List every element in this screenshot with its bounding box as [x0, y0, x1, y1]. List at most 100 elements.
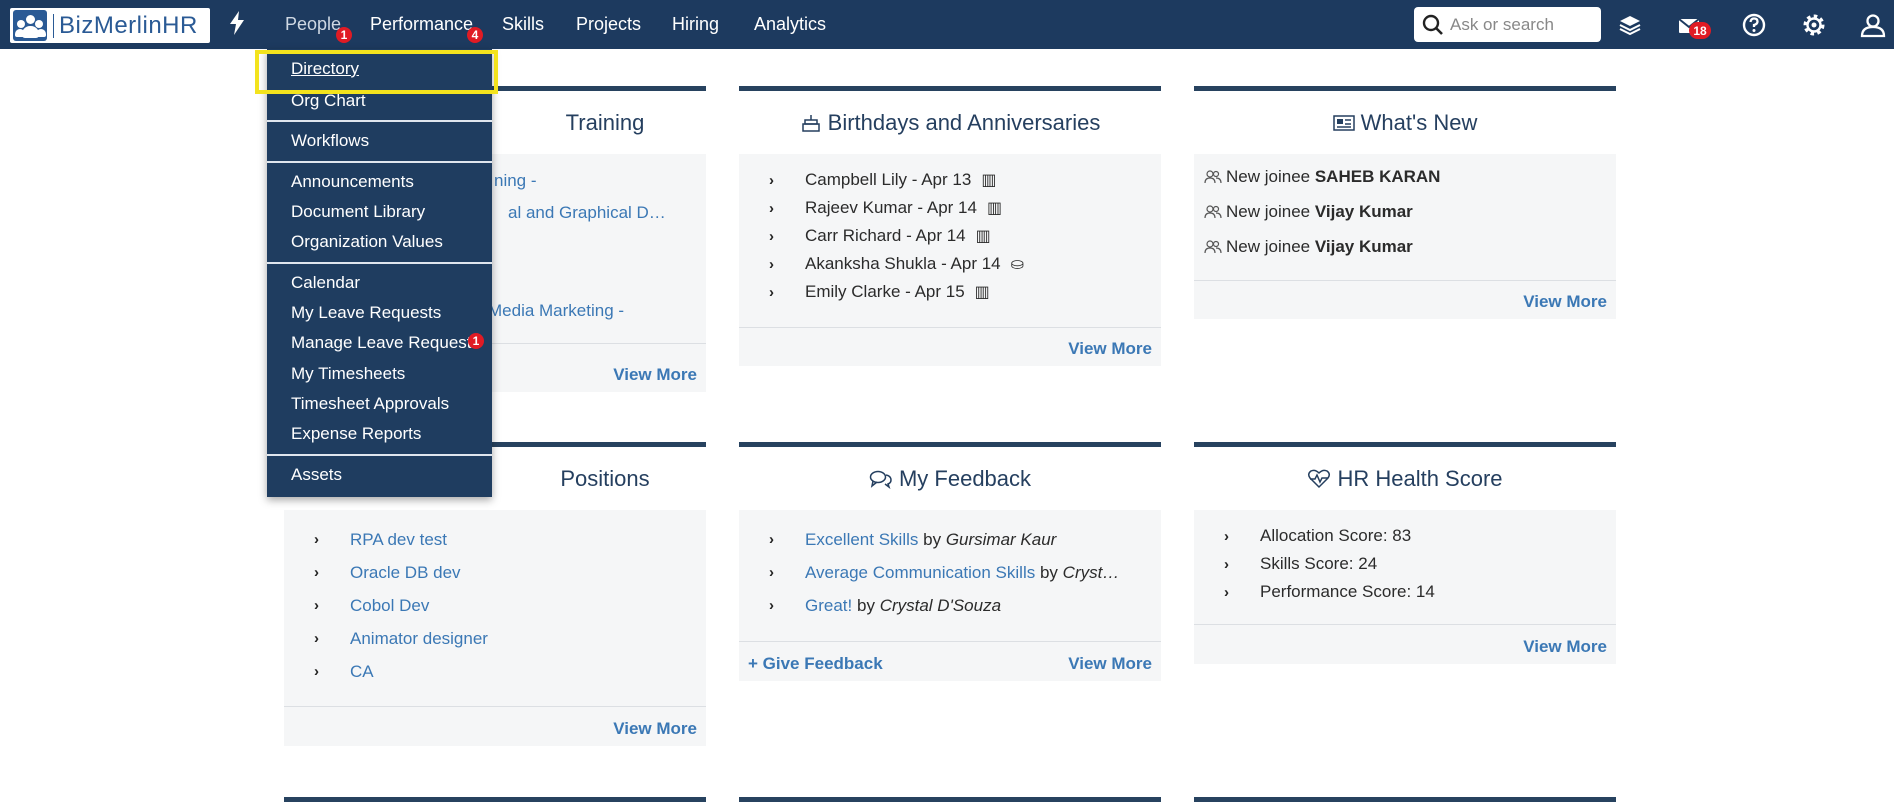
help-icon[interactable] — [1741, 12, 1767, 38]
hr-health-footer-divider — [1194, 624, 1616, 625]
quick-actions-bolt-icon[interactable] — [228, 11, 246, 41]
menu-divider — [267, 454, 492, 456]
positions-footer-divider — [284, 706, 706, 707]
chevron-right-icon: › — [314, 630, 319, 647]
training-view-more-link[interactable]: View More — [613, 365, 697, 385]
user-profile-icon[interactable] — [1860, 12, 1886, 38]
new-joinee-label: New joinee — [1226, 167, 1311, 186]
list-item: › Akanksha Shukla - Apr 14 ⛀ — [769, 250, 1024, 278]
cake-icon — [801, 114, 820, 132]
menu-item-calendar[interactable]: Calendar — [291, 273, 360, 293]
feedback-author: Crystal D'Souza — [879, 595, 1002, 615]
menu-item-announcements[interactable]: Announcements — [291, 172, 414, 192]
training-link-2[interactable]: al and Graphical D… — [508, 203, 666, 223]
menu-item-document-library[interactable]: Document Library — [291, 202, 425, 222]
search-box[interactable] — [1414, 7, 1601, 42]
chevron-right-icon: › — [1224, 583, 1229, 601]
menu-item-assets[interactable]: Assets — [291, 465, 342, 485]
chevron-right-icon: › — [769, 564, 774, 581]
birthdays-card: Birthdays and Anniversaries › Campbell Li… — [739, 86, 1161, 366]
people-badge: 1 — [336, 27, 352, 43]
hr-health-list: › Allocation Score: 83 › Skills Score: 24 … — [1224, 522, 1435, 606]
new-joinee-label: New joinee — [1226, 237, 1311, 256]
birthdays-view-more-link[interactable]: View More — [1068, 339, 1152, 359]
card-top-border — [284, 797, 706, 802]
chevron-right-icon: › — [769, 255, 774, 273]
menu-item-org-chart[interactable]: Org Chart — [291, 91, 366, 111]
list-item: New joinee SAHEB KARAN — [1204, 167, 1440, 187]
performance-badge: 4 — [467, 27, 483, 43]
list-item: › CA — [314, 655, 488, 688]
feedback-view-more-link[interactable]: View More — [1068, 654, 1152, 674]
list-item: › Oracle DB dev — [314, 556, 488, 589]
menu-item-workflows[interactable]: Workflows — [291, 131, 369, 151]
feedback-list: › Excellent Skills by Gursimar Kaur › Aver… — [769, 523, 1119, 622]
position-link[interactable]: Cobol Dev — [350, 596, 429, 616]
heartbeat-icon — [1308, 469, 1331, 488]
layers-icon[interactable] — [1617, 12, 1643, 38]
birthdays-list: › Campbell Lily - Apr 13 ▥ › Rajeev Kumar -… — [769, 166, 1024, 306]
whats-new-view-more-link[interactable]: View More — [1523, 292, 1607, 312]
new-joinee-name[interactable]: Vijay Kumar — [1315, 202, 1413, 222]
feedback-link[interactable]: Average Communication Skills — [805, 563, 1035, 583]
nav-analytics[interactable]: Analytics — [754, 14, 826, 35]
bizmerlin-logo[interactable]: BizMerlinHR — [10, 8, 210, 43]
positions-view-more-link[interactable]: View More — [613, 719, 697, 739]
gift-icon: ▥ — [975, 228, 991, 245]
chevron-right-icon: › — [769, 283, 774, 301]
feedback-link[interactable]: Excellent Skills — [805, 530, 918, 550]
nav-skills[interactable]: Skills — [502, 14, 544, 35]
feedback-footer-divider — [739, 641, 1161, 642]
nav-projects[interactable]: Projects — [576, 14, 641, 35]
new-joinee-name[interactable]: Vijay Kumar — [1315, 237, 1413, 257]
directory-highlight-box — [255, 50, 498, 94]
by-label: by — [1039, 562, 1058, 582]
hr-health-view-more-link[interactable]: View More — [1523, 637, 1607, 657]
training-link-1[interactable]: ning - — [494, 171, 537, 191]
menu-item-timesheet-approvals[interactable]: Timesheet Approvals — [291, 394, 449, 414]
training-link-3[interactable]: Media Marketing — [488, 301, 614, 320]
search-input[interactable] — [1450, 14, 1590, 35]
newspaper-icon — [1332, 114, 1355, 131]
hr-health-card: HR Health Score › Allocation Score: 83 › S… — [1194, 442, 1616, 664]
by-label: by — [856, 595, 875, 615]
menu-item-expense-reports[interactable]: Expense Reports — [291, 424, 421, 444]
list-item: › Animator designer — [314, 622, 488, 655]
score-text: Performance Score: 14 — [1260, 582, 1435, 601]
new-joinee-name[interactable]: SAHEB KARAN — [1315, 167, 1441, 187]
feedback-link[interactable]: Great! — [805, 596, 852, 616]
menu-item-organization-values[interactable]: Organization Values — [291, 232, 443, 252]
list-item: › RPA dev test — [314, 523, 488, 556]
list-item: › Excellent Skills by Gursimar Kaur — [769, 523, 1119, 556]
birthday-text: Rajeev Kumar - Apr 14 — [805, 198, 977, 217]
people-logo-icon — [13, 10, 47, 41]
positions-title: Positions — [560, 465, 650, 491]
nav-people[interactable]: People — [285, 14, 341, 35]
menu-item-manage-leave-requests[interactable]: Manage Leave Requests — [291, 333, 480, 353]
hr-health-title: HR Health Score — [1337, 465, 1503, 491]
birthday-text: Campbell Lily - Apr 13 — [805, 170, 972, 189]
birthdays-footer-divider — [739, 327, 1161, 328]
nav-hiring[interactable]: Hiring — [672, 14, 719, 35]
chevron-right-icon: › — [314, 663, 319, 680]
menu-item-my-timesheets[interactable]: My Timesheets — [291, 364, 405, 384]
nav-performance[interactable]: Performance — [370, 14, 473, 35]
position-link[interactable]: Oracle DB dev — [350, 563, 461, 583]
logo-divider — [53, 13, 54, 38]
feedback-author: Gursimar Kaur — [945, 529, 1057, 549]
gift-icon: ▥ — [981, 172, 997, 189]
list-item: › Campbell Lily - Apr 13 ▥ — [769, 166, 1024, 194]
position-link[interactable]: CA — [350, 662, 374, 682]
position-link[interactable]: RPA dev test — [350, 530, 447, 550]
chevron-right-icon: › — [1224, 527, 1229, 545]
feedback-title: My Feedback — [898, 465, 1032, 491]
list-item: New joinee Vijay Kumar — [1204, 237, 1413, 257]
menu-item-my-leave-requests[interactable]: My Leave Requests — [291, 303, 441, 323]
give-feedback-link[interactable]: + Give Feedback — [748, 654, 883, 674]
settings-gear-icon[interactable] — [1801, 12, 1827, 38]
list-item: New joinee Vijay Kumar — [1204, 202, 1413, 222]
chevron-right-icon: › — [769, 227, 774, 245]
list-item: › Allocation Score: 83 — [1224, 522, 1435, 550]
gift-icon: ▥ — [986, 200, 1003, 217]
position-link[interactable]: Animator designer — [350, 629, 488, 649]
